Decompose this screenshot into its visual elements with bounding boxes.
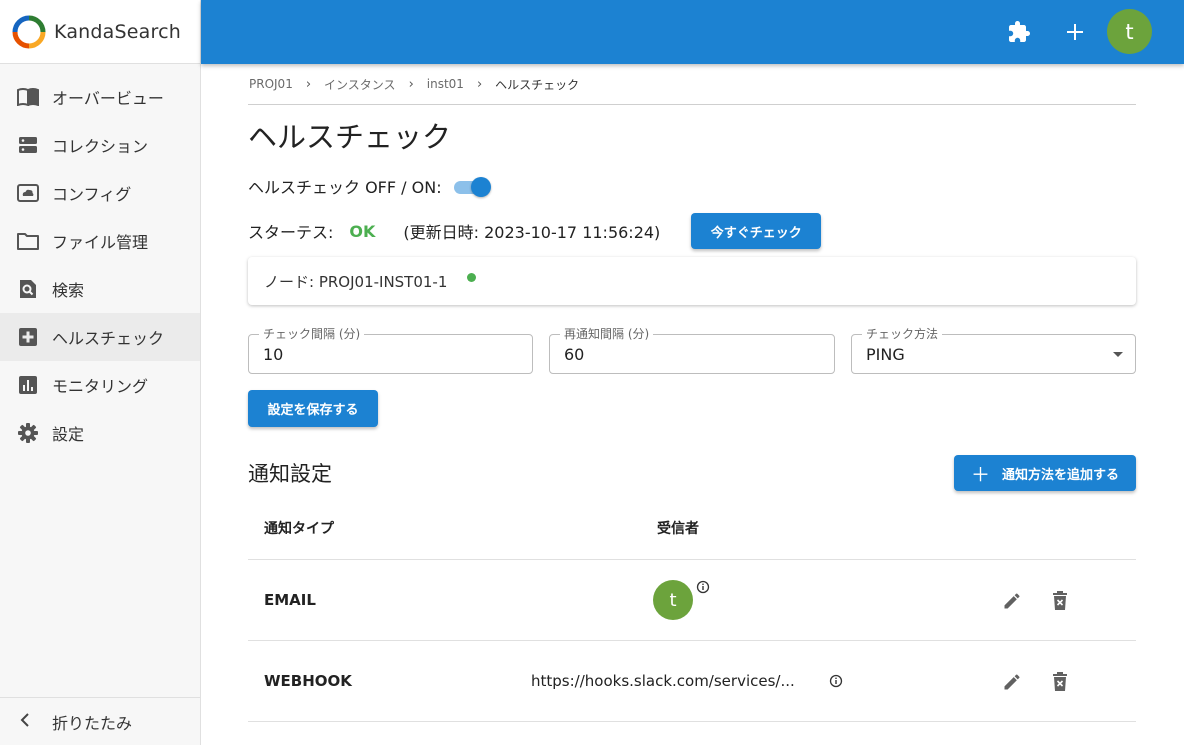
user-avatar[interactable]: t bbox=[1107, 9, 1152, 54]
toggle-thumb bbox=[470, 177, 491, 197]
table-row: WEBHOOK https://hooks.slack.com/services… bbox=[248, 641, 1136, 722]
sidebar-item-collections[interactable]: コレクション bbox=[0, 121, 200, 169]
healthcheck-toggle-row: ヘルスチェック OFF / ON: bbox=[248, 176, 1136, 197]
notifications-table: 通知タイプ 受信者 EMAIL t WEBHOOK https://hooks.… bbox=[248, 496, 1136, 722]
sidebar-item-label: オーバービュー bbox=[52, 89, 164, 108]
breadcrumb: PROJ01 › インスタンス › inst01 › ヘルスチェック bbox=[248, 64, 1136, 105]
table-header: 通知タイプ 受信者 bbox=[248, 496, 1136, 560]
check-now-button[interactable]: 今すぐチェック bbox=[691, 213, 822, 249]
add-notification-label: 通知方法を追加する bbox=[1002, 467, 1120, 483]
renotify-interval-field[interactable]: 再通知間隔 (分) 60 bbox=[549, 327, 835, 374]
dropdown-arrow-icon bbox=[1113, 352, 1123, 357]
delete-icon[interactable] bbox=[1048, 670, 1072, 694]
check-method-select[interactable]: チェック方法 PING bbox=[851, 327, 1136, 374]
breadcrumb-project[interactable]: PROJ01 bbox=[249, 77, 293, 91]
collapse-sidebar-button[interactable]: 折りたたみ bbox=[0, 697, 200, 745]
chevron-right-icon: › bbox=[476, 76, 483, 92]
check-interval-value: 10 bbox=[263, 345, 284, 364]
check-method-value: PING bbox=[866, 345, 905, 364]
add-notification-button[interactable]: ＋ 通知方法を追加する bbox=[954, 455, 1136, 491]
sidebar-item-label: ヘルスチェック bbox=[52, 329, 165, 348]
sidebar-item-label: モニタリング bbox=[52, 377, 149, 396]
recipient-avatar[interactable]: t bbox=[653, 580, 693, 620]
webhook-url: https://hooks.slack.com/services/... bbox=[531, 672, 795, 690]
sidebar-item-label: コレクション bbox=[52, 137, 149, 156]
row-actions bbox=[976, 670, 1072, 694]
sidebar-item-label: ファイル管理 bbox=[52, 233, 149, 252]
extension-icon[interactable] bbox=[1004, 17, 1034, 47]
main-content: PROJ01 › インスタンス › inst01 › ヘルスチェック ヘルスチェ… bbox=[248, 64, 1136, 722]
book-open-icon bbox=[17, 86, 39, 108]
plus-icon[interactable] bbox=[1060, 17, 1090, 47]
status-updated: (更新日時: 2023-10-17 11:56:24) bbox=[403, 223, 661, 242]
renotify-interval-value: 60 bbox=[564, 345, 585, 364]
chart-icon bbox=[17, 374, 39, 396]
sidebar: KandaSearch オーバービュー コレクション コンフィグ ファイル管理 bbox=[0, 0, 201, 745]
column-header-type: 通知タイプ bbox=[264, 520, 334, 537]
info-icon[interactable] bbox=[829, 674, 843, 688]
breadcrumb-instances[interactable]: インスタンス bbox=[324, 76, 396, 93]
page-title: ヘルスチェック bbox=[248, 120, 452, 154]
chevron-left-icon bbox=[20, 712, 34, 731]
sidebar-nav: オーバービュー コレクション コンフィグ ファイル管理 検索 ヘルスチェック モ… bbox=[0, 64, 200, 457]
cloud-settings-icon bbox=[17, 182, 39, 204]
app-name: KandaSearch bbox=[54, 20, 181, 43]
table-row: EMAIL t bbox=[248, 560, 1136, 641]
notification-type: EMAIL bbox=[264, 591, 316, 609]
status-value: OK bbox=[349, 221, 376, 241]
kandasearch-logo-icon bbox=[12, 15, 46, 48]
sidebar-item-search[interactable]: 検索 bbox=[0, 265, 200, 313]
save-settings-button[interactable]: 設定を保存する bbox=[248, 390, 378, 427]
logo[interactable]: KandaSearch bbox=[0, 0, 200, 64]
search-doc-icon bbox=[17, 278, 39, 300]
delete-icon[interactable] bbox=[1048, 589, 1072, 613]
settings-fields: チェック間隔 (分) 10 再通知間隔 (分) 60 チェック方法 PING bbox=[248, 327, 1136, 374]
top-app-bar: t bbox=[201, 0, 1184, 64]
sidebar-item-config[interactable]: コンフィグ bbox=[0, 169, 200, 217]
row-actions bbox=[976, 589, 1072, 613]
notifications-title: 通知設定 bbox=[248, 462, 332, 486]
collapse-label: 折りたたみ bbox=[52, 713, 133, 733]
sidebar-item-files[interactable]: ファイル管理 bbox=[0, 217, 200, 265]
sidebar-item-healthcheck[interactable]: ヘルスチェック bbox=[0, 313, 200, 361]
sidebar-item-label: コンフィグ bbox=[52, 185, 132, 204]
breadcrumb-current: ヘルスチェック bbox=[495, 77, 580, 92]
check-interval-field[interactable]: チェック間隔 (分) 10 bbox=[248, 327, 533, 374]
storage-icon bbox=[17, 134, 39, 156]
notifications-header: 通知設定 ＋ 通知方法を追加する bbox=[248, 455, 1136, 491]
node-status-dot bbox=[467, 272, 477, 282]
edit-icon[interactable] bbox=[1000, 589, 1024, 613]
renotify-interval-label: 再通知間隔 (分) bbox=[560, 327, 654, 341]
healthcheck-toggle[interactable] bbox=[453, 176, 491, 197]
sidebar-item-monitoring[interactable]: モニタリング bbox=[0, 361, 200, 409]
sidebar-item-overview[interactable]: オーバービュー bbox=[0, 73, 200, 121]
edit-icon[interactable] bbox=[1000, 670, 1024, 694]
sidebar-item-settings[interactable]: 設定 bbox=[0, 409, 200, 457]
gear-icon bbox=[17, 422, 39, 444]
chevron-right-icon: › bbox=[305, 76, 312, 92]
folder-icon bbox=[17, 230, 39, 252]
info-icon[interactable] bbox=[696, 580, 710, 594]
node-label: ノード: PROJ01-INST01-1 bbox=[264, 272, 448, 291]
breadcrumb-instance[interactable]: inst01 bbox=[427, 77, 464, 91]
column-header-recipient: 受信者 bbox=[657, 520, 699, 537]
chevron-right-icon: › bbox=[408, 76, 414, 92]
check-interval-label: チェック間隔 (分) bbox=[259, 327, 365, 341]
medical-plus-icon bbox=[17, 326, 39, 348]
check-method-label: チェック方法 bbox=[862, 327, 943, 341]
node-card: ノード: PROJ01-INST01-1 bbox=[248, 257, 1136, 305]
status-label: スターテス: bbox=[248, 223, 334, 242]
sidebar-item-label: 設定 bbox=[52, 425, 85, 444]
plus-icon: ＋ bbox=[970, 463, 990, 486]
status-row: スターテス: OK (更新日時: 2023-10-17 11:56:24) 今す… bbox=[248, 213, 1136, 249]
toggle-label: ヘルスチェック OFF / ON: bbox=[248, 178, 442, 197]
sidebar-item-label: 検索 bbox=[52, 281, 85, 300]
